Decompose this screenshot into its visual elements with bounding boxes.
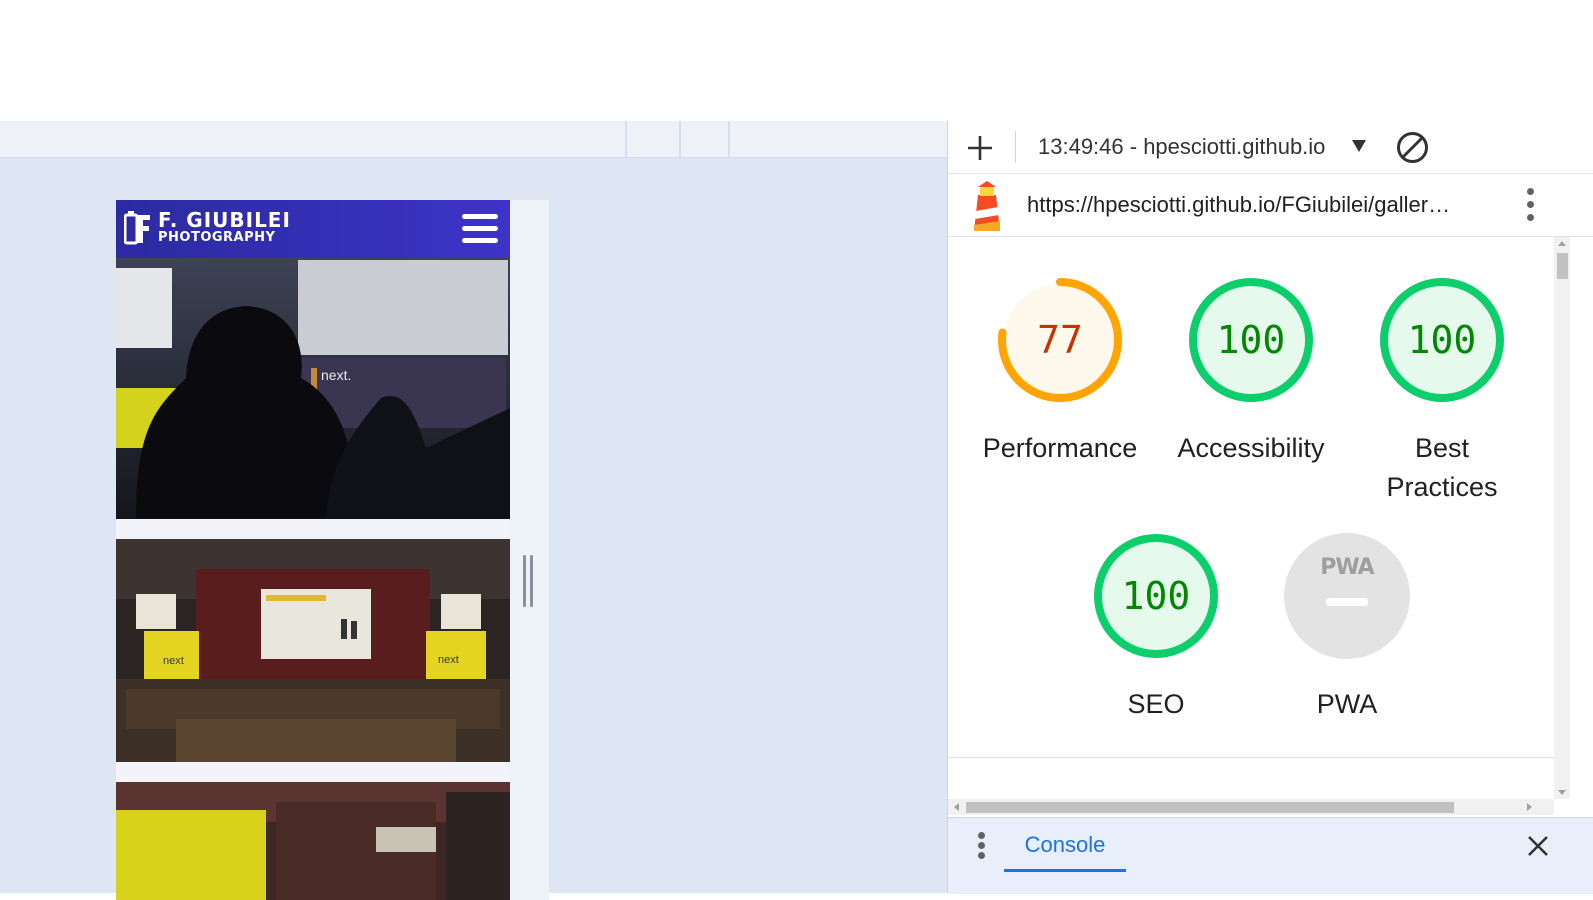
- logo-title: F. GIUBILEI: [158, 208, 291, 232]
- toolbar-divider: [1015, 131, 1016, 163]
- viewport-resize-handle[interactable]: [523, 555, 535, 607]
- toolbar-separator: [728, 121, 730, 157]
- site-header: F. GIUBILEI PHOTOGRAPHY: [116, 200, 510, 258]
- lighthouse-toolbar: 13:49:46 - hpesciotti.github.io: [948, 121, 1593, 174]
- drawer-menu-icon[interactable]: [976, 832, 986, 860]
- logo-mark-icon: [124, 211, 150, 245]
- score-value: 77: [1037, 318, 1083, 362]
- section-divider: [948, 757, 1554, 758]
- score-label: Performance: [982, 433, 1138, 463]
- plus-icon[interactable]: [966, 134, 994, 162]
- gallery-photo[interactable]: next next: [116, 539, 510, 762]
- toolbar-separator: [679, 121, 681, 157]
- logo-subtitle: PHOTOGRAPHY: [158, 230, 276, 245]
- score-value: 100: [1408, 318, 1477, 362]
- gallery-photo[interactable]: [116, 782, 510, 900]
- audit-url: https://hpesciotti.github.io/FGiubilei/g…: [1027, 192, 1451, 217]
- score-gauge-accessibility[interactable]: 100 Accessibility: [1161, 275, 1341, 468]
- score-gauge-pwa[interactable]: PWA PWA: [1257, 531, 1437, 724]
- gauge-ring: 77: [998, 278, 1122, 402]
- lighthouse-icon: [974, 181, 1000, 231]
- score-label: PWA: [1316, 689, 1378, 719]
- viewport-gutter: [510, 200, 549, 900]
- svg-text:next: next: [163, 655, 184, 667]
- score-gauge-best-practices[interactable]: 100 Best Practices: [1352, 275, 1532, 507]
- site-logo[interactable]: F. GIUBILEI PHOTOGRAPHY: [124, 207, 291, 249]
- score-gauge-seo[interactable]: 100 SEO: [1066, 531, 1246, 724]
- vertical-scrollbar[interactable]: [1554, 237, 1570, 799]
- svg-text:next: next: [438, 654, 459, 666]
- device-viewport: F. GIUBILEI PHOTOGRAPHY next. next next: [0, 158, 947, 900]
- hamburger-menu-icon[interactable]: [462, 214, 498, 244]
- close-icon[interactable]: [1526, 834, 1550, 858]
- pwa-badge-icon: PWA: [1284, 533, 1410, 659]
- devtools-drawer: Console: [948, 817, 1593, 894]
- gauge-ring: 100: [1094, 534, 1218, 658]
- gauge-ring: 100: [1189, 278, 1313, 402]
- horizontal-scrollbar[interactable]: [948, 799, 1554, 815]
- svg-text:next.: next.: [321, 367, 351, 383]
- score-value: 100: [1217, 318, 1286, 362]
- report-selector[interactable]: 13:49:46 - hpesciotti.github.io: [1038, 134, 1325, 160]
- devtools-panel: 13:49:46 - hpesciotti.github.io https://…: [947, 121, 1593, 894]
- pwa-badge-text: PWA: [1320, 555, 1374, 580]
- score-label: Accessibility: [1177, 433, 1325, 463]
- gallery-photo[interactable]: next.: [116, 258, 510, 519]
- toolbar-separator: [625, 121, 627, 157]
- tab-console[interactable]: Console: [1004, 818, 1126, 872]
- device-toolbar: [0, 121, 947, 158]
- gauge-ring: 100: [1380, 278, 1504, 402]
- score-value: 100: [1122, 574, 1191, 618]
- score-gauges: 77 Performance 100 Accessibility 100 Bes…: [948, 237, 1554, 757]
- score-label: SEO: [1127, 689, 1185, 719]
- kebab-menu-icon[interactable]: [1525, 188, 1535, 222]
- score-label: Best Practices: [1386, 433, 1498, 502]
- audit-url-bar: https://hpesciotti.github.io/FGiubilei/g…: [948, 173, 1593, 237]
- caret-down-icon[interactable]: [1351, 139, 1367, 153]
- score-gauge-performance[interactable]: 77 Performance: [970, 275, 1150, 468]
- block-icon[interactable]: [1396, 131, 1429, 164]
- mobile-page[interactable]: F. GIUBILEI PHOTOGRAPHY next. next next: [116, 200, 510, 900]
